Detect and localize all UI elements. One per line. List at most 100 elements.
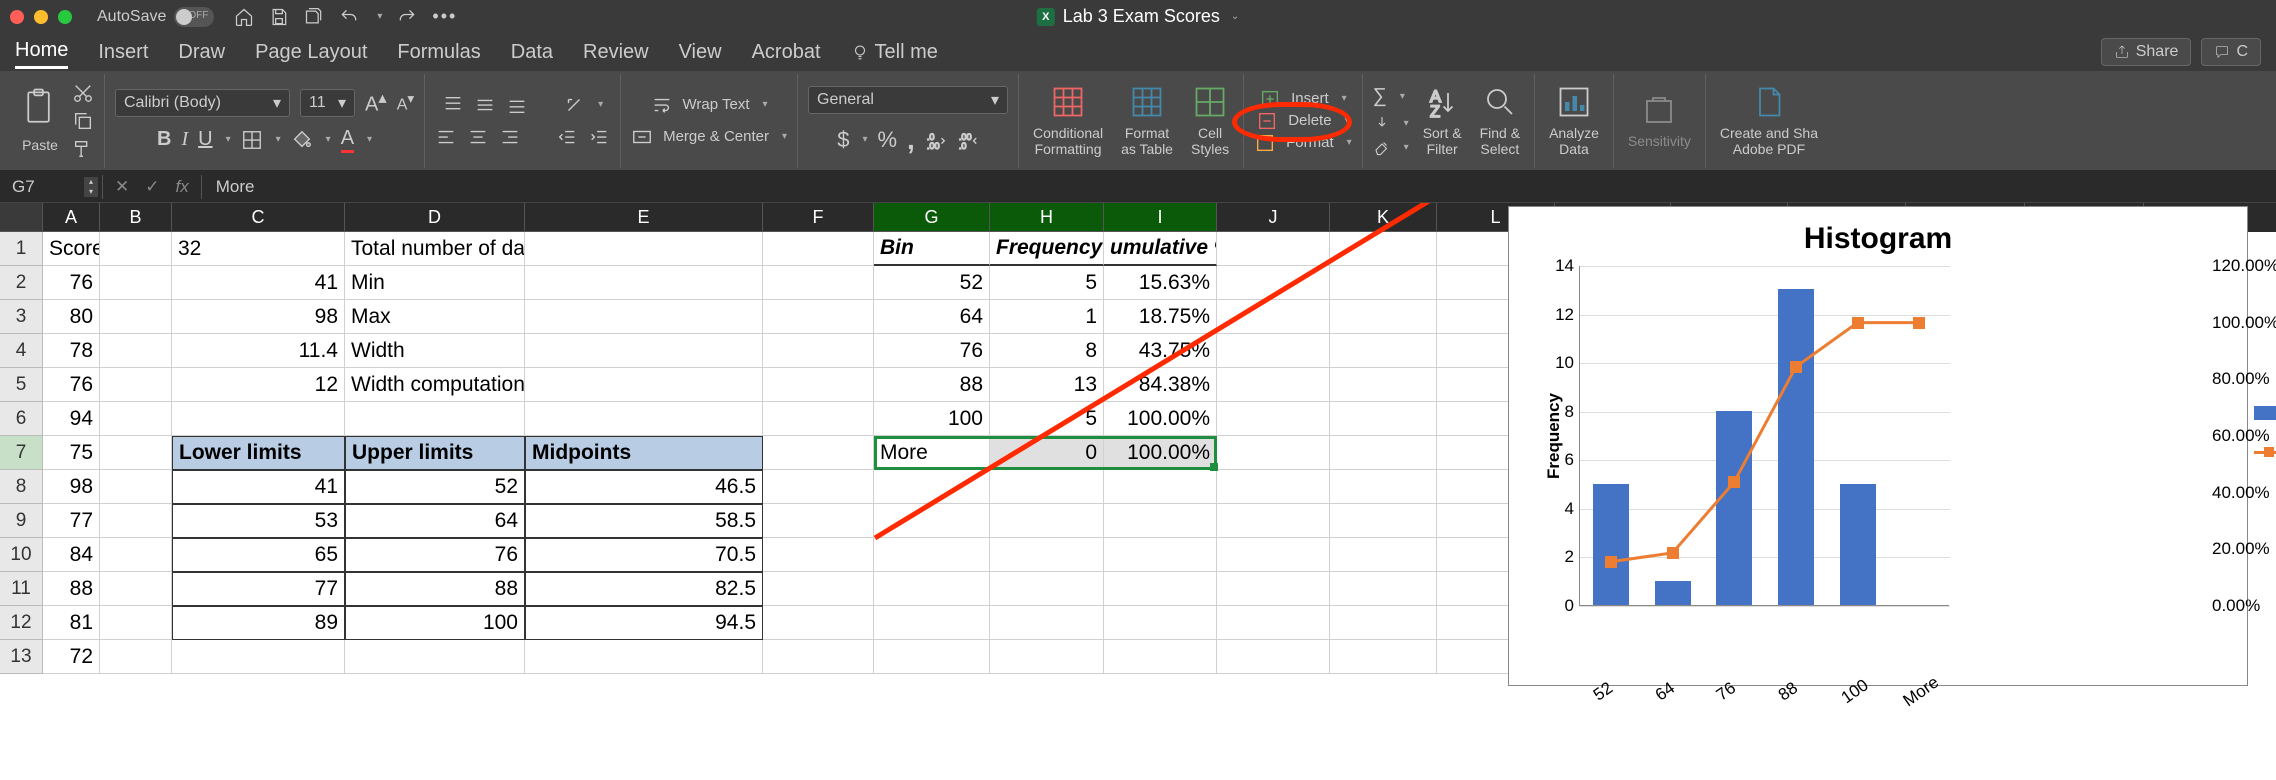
clear-icon[interactable] — [1373, 138, 1391, 156]
cell-K1[interactable] — [1330, 232, 1437, 266]
close-window-button[interactable] — [10, 10, 24, 24]
cell-C11[interactable]: 77 — [172, 572, 345, 606]
histogram-chart[interactable]: Histogram Frequency 02468101214 0.00%20.… — [1508, 206, 2248, 686]
row-header-11[interactable]: 11 — [0, 572, 43, 606]
autosave-toggle[interactable]: AutoSave OFF — [97, 7, 214, 27]
cell-K12[interactable] — [1330, 606, 1437, 640]
cell-A2[interactable]: 76 — [43, 266, 100, 300]
cell-C2[interactable]: 41 — [172, 266, 345, 300]
cell-F8[interactable] — [763, 470, 874, 504]
tab-view[interactable]: View — [679, 37, 722, 68]
row-header-12[interactable]: 12 — [0, 606, 43, 640]
name-box-stepper[interactable]: ▴▾ — [84, 177, 98, 197]
cell-K7[interactable] — [1330, 436, 1437, 470]
cell-I4[interactable]: 43.75% — [1104, 334, 1217, 368]
cell-J1[interactable] — [1217, 232, 1330, 266]
tell-me-search[interactable]: Tell me — [851, 41, 938, 64]
formula-input[interactable] — [206, 177, 2276, 197]
cell-D1[interactable]: Total number of data entries — [345, 232, 525, 266]
cell-I6[interactable]: 100.00% — [1104, 402, 1217, 436]
cell-I8[interactable] — [1104, 470, 1217, 504]
font-name-select[interactable]: Calibri (Body)▾ — [115, 89, 290, 117]
autosum-icon[interactable]: ∑ — [1373, 85, 1387, 108]
cell-C3[interactable]: 98 — [172, 300, 345, 334]
name-box[interactable]: G7 — [0, 177, 80, 197]
cell-E10[interactable]: 70.5 — [525, 538, 763, 572]
borders-icon[interactable] — [241, 129, 263, 151]
cell-F9[interactable] — [763, 504, 874, 538]
cell-F4[interactable] — [763, 334, 874, 368]
redo-icon[interactable] — [397, 7, 417, 27]
cell-E5[interactable] — [525, 368, 763, 402]
cell-J8[interactable] — [1217, 470, 1330, 504]
fx-icon[interactable]: fx — [168, 177, 197, 197]
align-top-icon[interactable] — [442, 94, 464, 116]
row-header-3[interactable]: 3 — [0, 300, 43, 334]
undo-dropdown[interactable]: ▾ — [377, 11, 382, 22]
cell-A1[interactable]: Scores — [43, 232, 100, 266]
decrease-font-icon[interactable]: A▾ — [397, 91, 414, 114]
cell-E2[interactable] — [525, 266, 763, 300]
decrease-indent-icon[interactable] — [556, 126, 578, 148]
cell-H7[interactable]: 0 — [990, 436, 1104, 470]
decrease-decimal-icon[interactable]: .00.0 — [957, 129, 979, 151]
cell-D9[interactable]: 64 — [345, 504, 525, 538]
tab-home[interactable]: Home — [15, 35, 68, 69]
align-bottom-icon[interactable] — [506, 94, 528, 116]
cell-K6[interactable] — [1330, 402, 1437, 436]
align-center-icon[interactable] — [467, 126, 489, 148]
sort-filter-button[interactable]: AZ Sort & Filter — [1419, 84, 1466, 157]
cell-G13[interactable] — [874, 640, 990, 674]
bold-button[interactable]: B — [157, 128, 171, 151]
cell-K3[interactable] — [1330, 300, 1437, 334]
accept-formula-icon[interactable]: ✓ — [137, 177, 167, 197]
cell-D12[interactable]: 100 — [345, 606, 525, 640]
cell-G12[interactable] — [874, 606, 990, 640]
cell-A10[interactable]: 84 — [43, 538, 100, 572]
row-header-5[interactable]: 5 — [0, 368, 43, 402]
cell-B8[interactable] — [100, 470, 172, 504]
cell-J9[interactable] — [1217, 504, 1330, 538]
cell-I12[interactable] — [1104, 606, 1217, 640]
save-icon[interactable] — [269, 7, 289, 27]
cell-I9[interactable] — [1104, 504, 1217, 538]
cell-D6[interactable] — [345, 402, 525, 436]
cell-A6[interactable]: 94 — [43, 402, 100, 436]
insert-cells-button[interactable]: Insert▾ — [1259, 88, 1347, 110]
cell-G9[interactable] — [874, 504, 990, 538]
cell-F12[interactable] — [763, 606, 874, 640]
cell-I3[interactable]: 18.75% — [1104, 300, 1217, 334]
cell-E11[interactable]: 82.5 — [525, 572, 763, 606]
cell-C13[interactable] — [172, 640, 345, 674]
cell-D5[interactable]: Width computation — [345, 368, 525, 402]
cell-I7[interactable]: 100.00% — [1104, 436, 1217, 470]
cell-J10[interactable] — [1217, 538, 1330, 572]
spreadsheet-grid[interactable]: ABCDEFGHIJKLMNOPQ1Scores32Total number o… — [0, 203, 2276, 780]
cell-F10[interactable] — [763, 538, 874, 572]
cell-E7[interactable]: Midpoints — [525, 436, 763, 470]
cell-H1[interactable]: Frequency — [990, 232, 1104, 266]
cell-G3[interactable]: 64 — [874, 300, 990, 334]
tab-acrobat[interactable]: Acrobat — [752, 37, 821, 68]
cancel-formula-icon[interactable]: ✕ — [107, 177, 137, 197]
cell-C12[interactable]: 89 — [172, 606, 345, 640]
cell-D7[interactable]: Upper limits — [345, 436, 525, 470]
number-format-select[interactable]: General▾ — [808, 86, 1008, 114]
cell-K2[interactable] — [1330, 266, 1437, 300]
cell-I13[interactable] — [1104, 640, 1217, 674]
col-header-K[interactable]: K — [1330, 203, 1437, 232]
increase-decimal-icon[interactable]: .0.00 — [925, 129, 947, 151]
col-header-C[interactable]: C — [172, 203, 345, 232]
cell-A3[interactable]: 80 — [43, 300, 100, 334]
cell-K13[interactable] — [1330, 640, 1437, 674]
col-header-E[interactable]: E — [525, 203, 763, 232]
comments-button[interactable]: C — [2201, 38, 2261, 66]
row-header-9[interactable]: 9 — [0, 504, 43, 538]
cell-B12[interactable] — [100, 606, 172, 640]
cell-B10[interactable] — [100, 538, 172, 572]
cell-I2[interactable]: 15.63% — [1104, 266, 1217, 300]
cell-D11[interactable]: 88 — [345, 572, 525, 606]
adobe-pdf-button[interactable]: Create and Sha Adobe PDF — [1716, 84, 1822, 157]
format-cells-button[interactable]: Format▾ — [1254, 132, 1352, 154]
fill-color-icon[interactable] — [291, 129, 313, 151]
